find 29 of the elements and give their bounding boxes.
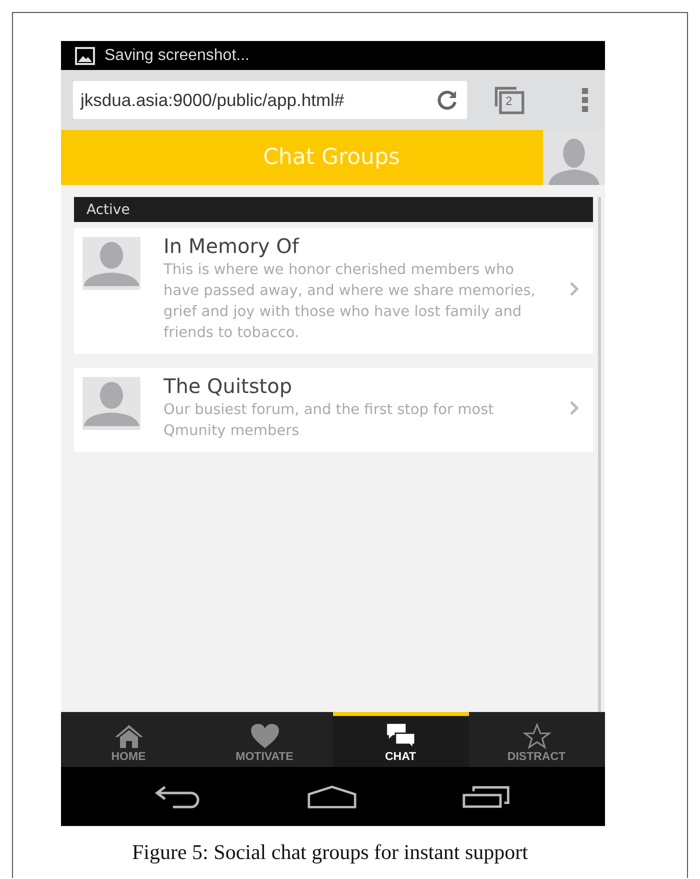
figure-caption: Figure 5: Social chat groups for instant support [132,840,528,865]
menu-icon[interactable] [580,87,588,113]
person-icon [80,377,142,430]
notification-text: Saving screenshot... [104,46,250,64]
person-icon [80,237,142,290]
heart-icon [250,723,280,749]
page-title: Chat Groups [262,145,400,170]
recent-apps-icon[interactable] [462,784,512,808]
reload-icon[interactable] [434,88,458,112]
scrollbar[interactable] [598,197,600,712]
home-icon[interactable] [307,784,358,808]
group-name: In Memory Of [164,234,300,258]
tab[interactable]: CHAT [332,712,468,767]
image-icon [74,46,94,64]
section-label: Active [86,202,130,218]
chevron-icon [568,400,578,416]
group-card[interactable]: The Quitstop Our busiest forum, and the first stop for most Qmunity members [74,368,592,452]
group-description: Our busiest forum, and the first stop for most Qmunity members [164,401,495,441]
tab[interactable]: DISTRACT [468,712,604,767]
group-card[interactable]: In Memory Of This is where we honor cherished members who have passed away, and where we share memories, grief and joy with those who have lost family and friends to tobacco. [74,228,592,354]
tab[interactable]: HOME [60,712,196,767]
chevron-icon [568,281,578,297]
group-name: The Quitstop [164,374,294,398]
tab[interactable]: MOTIVATE [196,712,332,767]
group-description: This is where we honor cherished members who have passed away, and where we share memories, grief and joy with those who have lost family and friends to tobacco. [164,261,536,343]
chat-icon [386,723,416,749]
star-icon [522,723,552,749]
home-icon [114,723,144,749]
address-field[interactable]: jksdua.asia:9000/public/app.html# [72,81,466,119]
